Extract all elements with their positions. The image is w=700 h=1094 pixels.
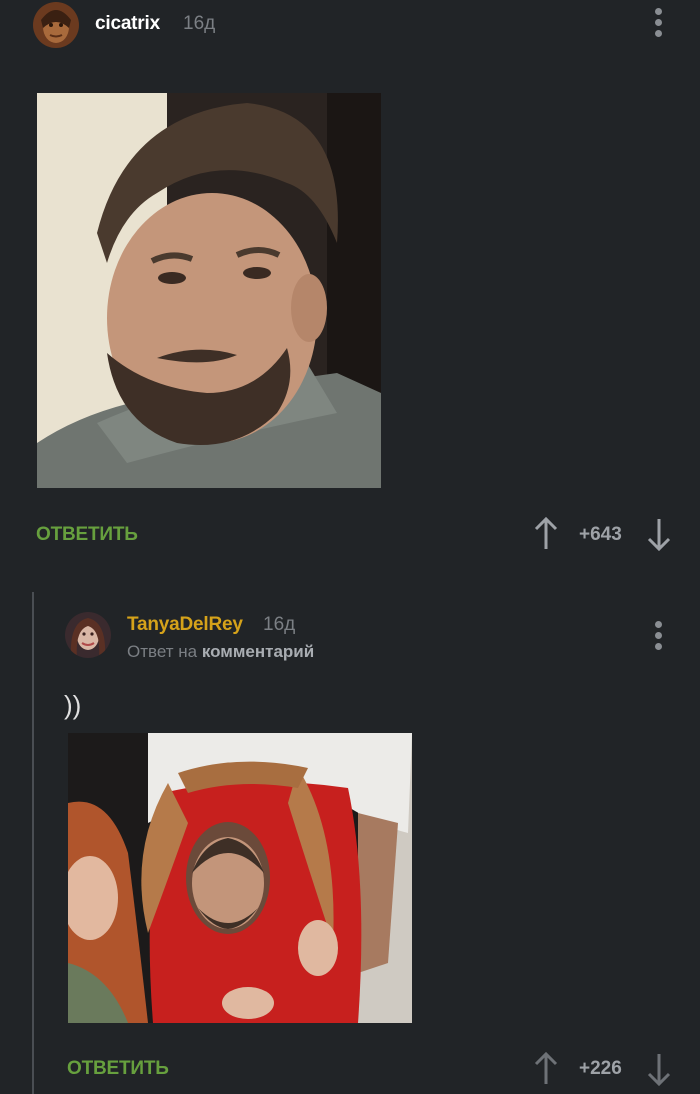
reply-button[interactable]: ОТВЕТИТЬ [36,524,138,546]
comment-image[interactable] [37,93,381,488]
avatar[interactable] [33,2,79,48]
downvote-arrow-icon[interactable] [646,1052,672,1087]
timestamp: 16д [263,614,296,635]
more-vertical-icon[interactable] [649,8,669,40]
more-vertical-icon[interactable] [649,621,669,653]
comment-text: )) [64,690,82,720]
username[interactable]: TanyaDelRey [127,614,243,636]
avatar[interactable] [65,612,111,658]
upvote-arrow-icon[interactable] [533,516,559,551]
reply-to-link[interactable]: комментарий [202,642,314,661]
downvote-arrow-icon[interactable] [646,517,672,552]
comments-page: cicatrix 16д ОТВЕТИТЬ +643 TanyaDelRey 1… [0,0,700,1094]
reply-button[interactable]: ОТВЕТИТЬ [67,1058,169,1080]
thread-line [32,592,34,1094]
upvote-arrow-icon[interactable] [533,1051,559,1086]
rating-count: +226 [579,1058,622,1079]
timestamp: 16д [183,13,216,34]
username[interactable]: cicatrix [95,13,160,35]
comment-image[interactable] [68,733,412,1023]
reply-to-line: Ответ на комментарий [127,642,314,662]
rating-count: +643 [579,524,622,545]
reply-to-prefix: Ответ на [127,642,198,661]
